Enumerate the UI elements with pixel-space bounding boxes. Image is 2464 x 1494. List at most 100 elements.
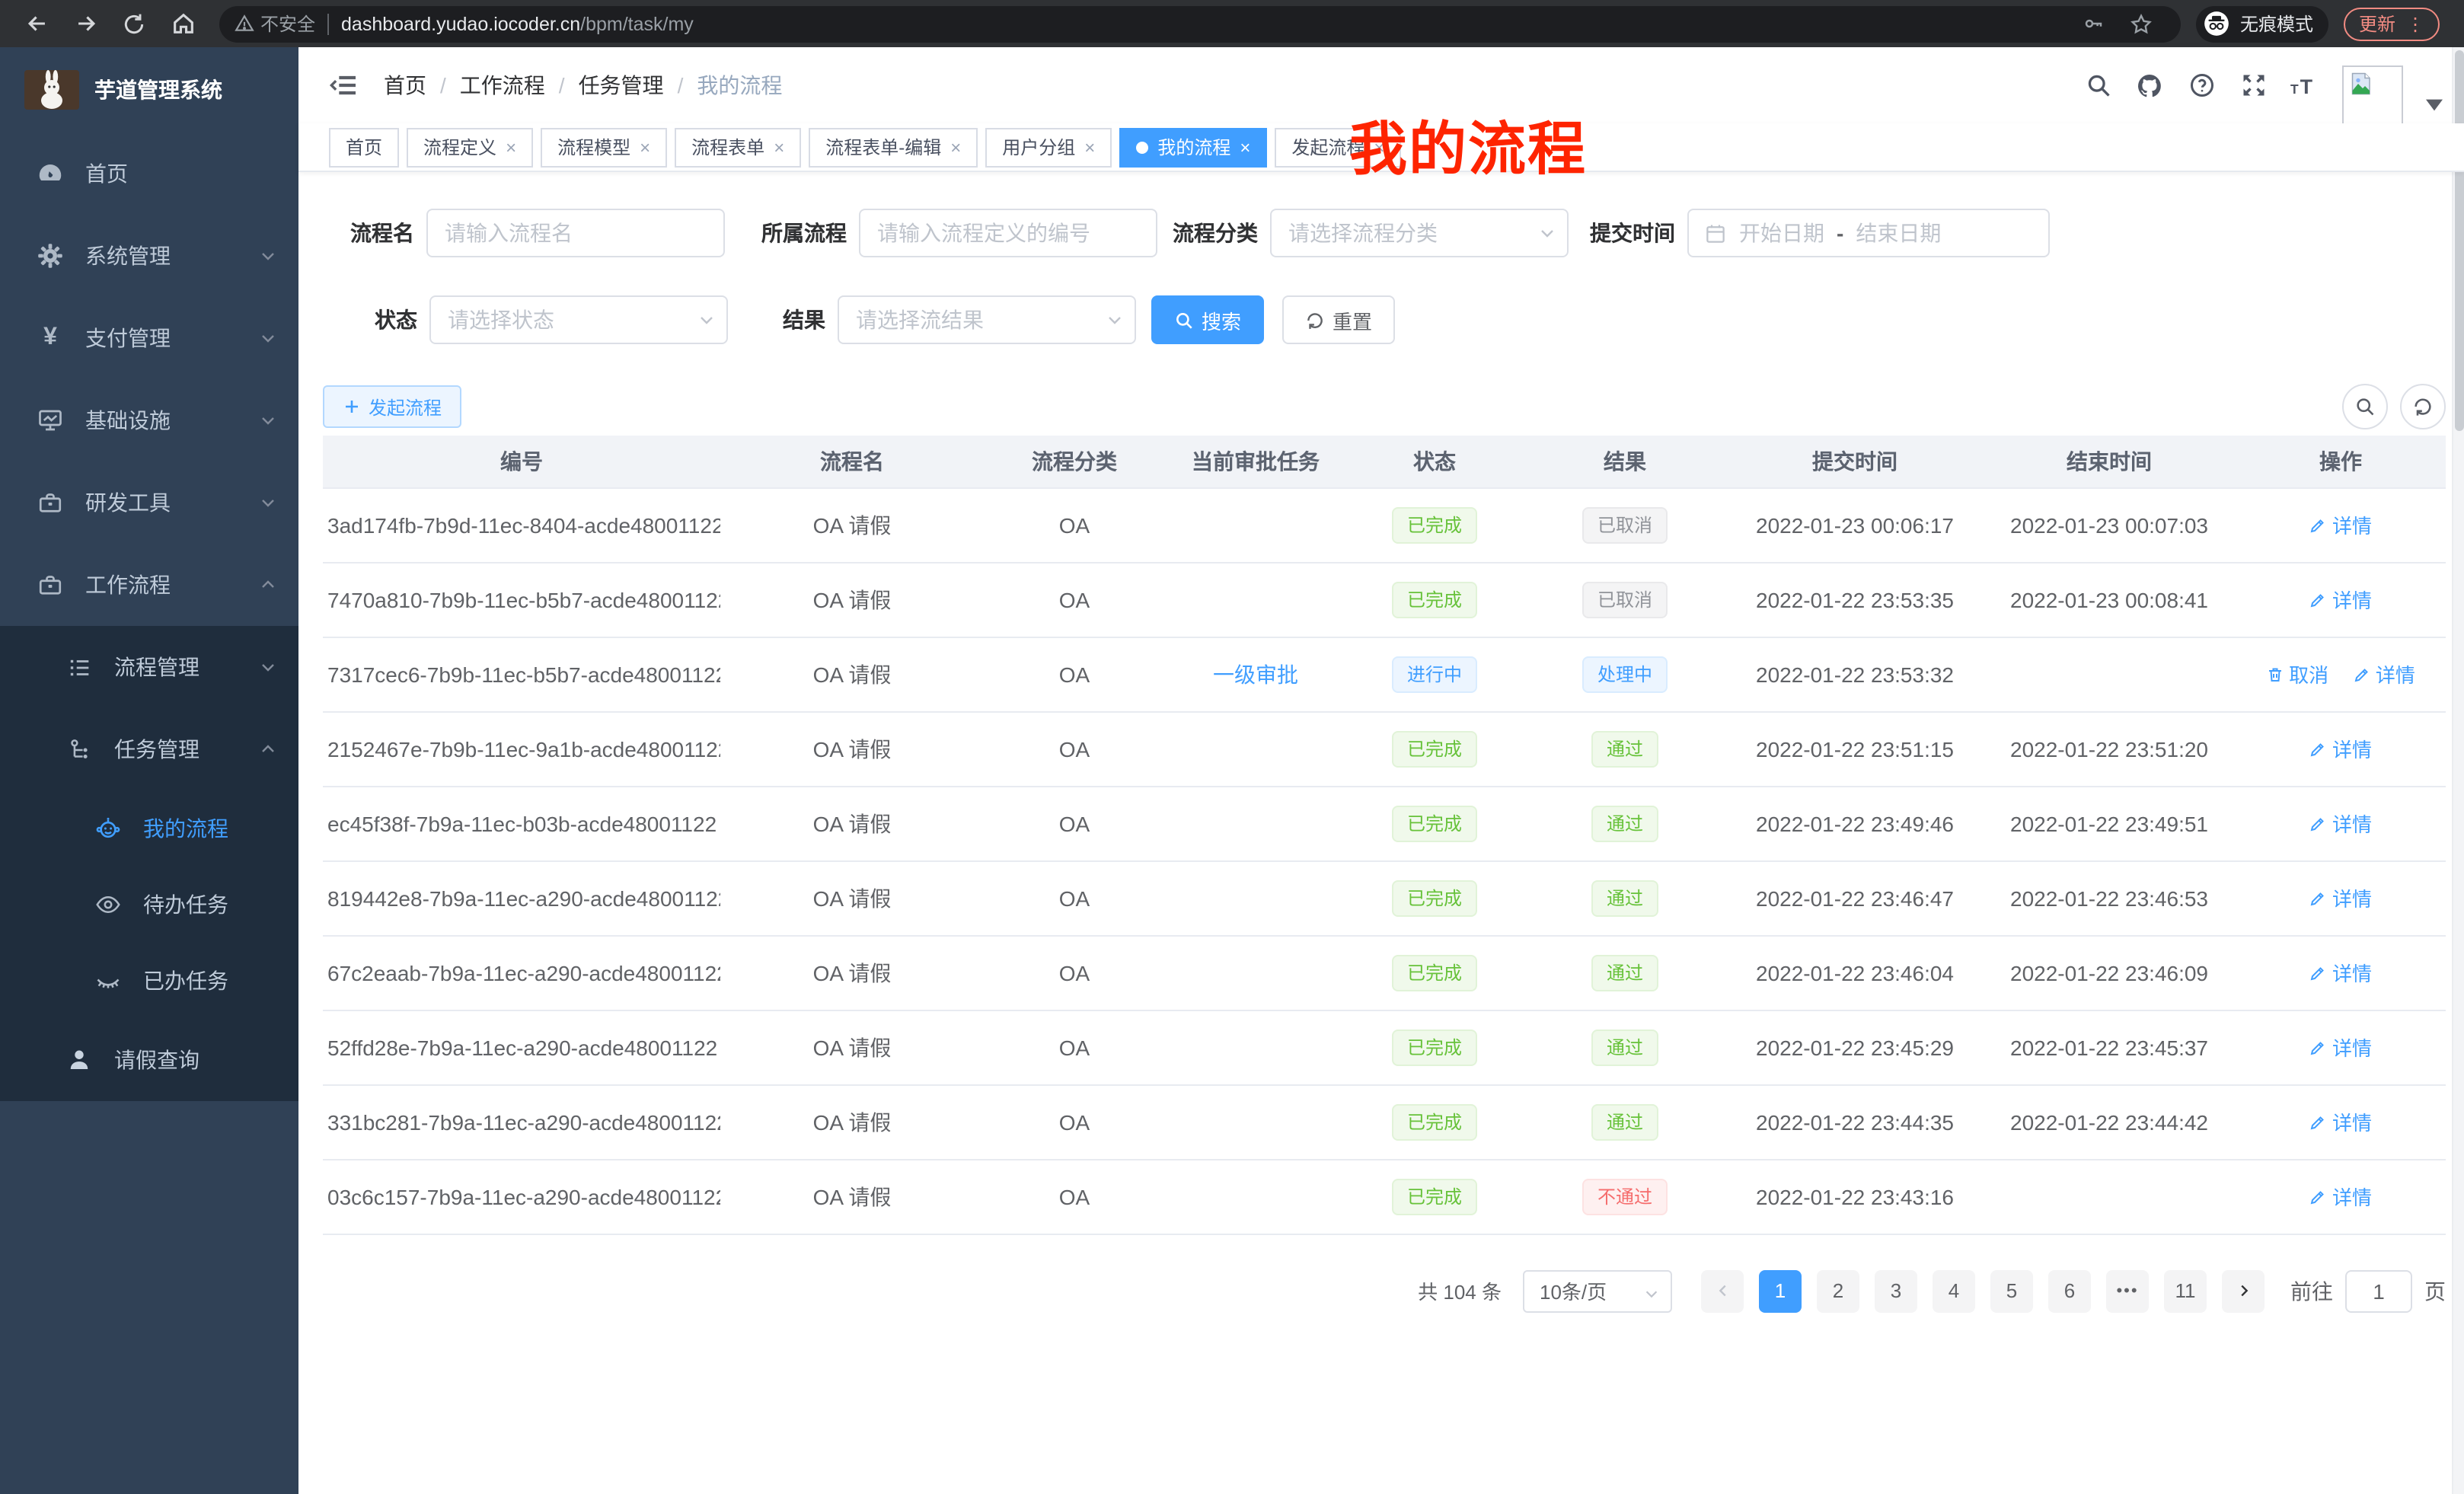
process-name-input[interactable] xyxy=(426,209,725,257)
address-bar[interactable]: 不安全 dashboard.yudao.iocoder.cn/bpm/task/… xyxy=(219,5,2181,42)
search-button[interactable]: 搜索 xyxy=(1151,295,1264,344)
refresh-icon xyxy=(2412,396,2434,417)
tab-process-form-edit[interactable]: 流程表单-编辑× xyxy=(809,127,978,167)
edit-icon xyxy=(2309,1113,2328,1131)
browser-menu-icon[interactable]: ⋮ xyxy=(2406,13,2424,34)
table-row: 819442e8-7b9a-11ec-a290-acde48001122 OA … xyxy=(323,860,2446,935)
breadcrumb-workflow[interactable]: 工作流程 xyxy=(460,70,545,101)
bookmark-star-icon[interactable] xyxy=(2124,7,2158,40)
tab-process-definition[interactable]: 流程定义× xyxy=(407,127,533,167)
page-button-4[interactable]: 4 xyxy=(1933,1269,1975,1312)
chrome-update-button[interactable]: 更新 ⋮ xyxy=(2344,7,2440,40)
date-range-picker[interactable]: 开始日期 - 结束日期 xyxy=(1687,209,2050,257)
detail-link[interactable]: 详情 xyxy=(2309,883,2372,912)
detail-link[interactable]: 详情 xyxy=(2309,1033,2372,1061)
filter-time-label: 提交时间 xyxy=(1590,218,1675,248)
trash-icon xyxy=(2266,665,2284,683)
sidebar-item-leave-query[interactable]: 请假查询 xyxy=(0,1019,298,1101)
page-button-6[interactable]: 6 xyxy=(2048,1269,2091,1312)
status-badge: 已完成 xyxy=(1392,1103,1477,1140)
current-task-link[interactable]: 一级审批 xyxy=(1213,659,1298,689)
window-scrollbar[interactable] xyxy=(2452,47,2464,1494)
avatar[interactable] xyxy=(2342,65,2403,126)
next-page-button[interactable] xyxy=(2222,1269,2265,1312)
page-size-select[interactable]: 10条/页 xyxy=(1523,1269,1672,1312)
tab-my-process[interactable]: 我的流程× xyxy=(1119,127,1267,167)
more-pages-button[interactable]: ••• xyxy=(2106,1269,2149,1312)
sidebar-item-system[interactable]: 系统管理 xyxy=(0,215,298,297)
broken-image-icon xyxy=(2347,70,2374,97)
browser-toolbar: 不安全 dashboard.yudao.iocoder.cn/bpm/task/… xyxy=(0,0,2464,47)
result-badge: 通过 xyxy=(1591,730,1658,767)
close-icon[interactable]: × xyxy=(1240,138,1250,156)
tab-home[interactable]: 首页 xyxy=(329,127,399,167)
detail-link[interactable]: 详情 xyxy=(2309,809,2372,838)
sidebar-item-devtools[interactable]: 研发工具 xyxy=(0,461,298,544)
sidebar-item-home[interactable]: 首页 xyxy=(0,132,298,215)
not-secure-warning[interactable]: 不安全 xyxy=(235,11,315,37)
goto-page-input[interactable] xyxy=(2345,1269,2412,1312)
forward-icon[interactable] xyxy=(69,7,102,40)
sidebar-item-pay[interactable]: ¥ 支付管理 xyxy=(0,297,298,379)
page-button-2[interactable]: 2 xyxy=(1817,1269,1859,1312)
process-definition-input[interactable] xyxy=(859,209,1157,257)
detail-link[interactable]: 详情 xyxy=(2309,734,2372,763)
search-icon[interactable] xyxy=(2083,71,2112,100)
edit-icon xyxy=(2309,963,2328,982)
font-size-icon[interactable]: TT xyxy=(2290,71,2319,100)
tab-process-model[interactable]: 流程模型× xyxy=(541,127,667,167)
page-button-1[interactable]: 1 xyxy=(1759,1269,1802,1312)
tab-user-group[interactable]: 用户分组× xyxy=(985,127,1112,167)
search-icon xyxy=(1174,310,1194,330)
detail-link[interactable]: 详情 xyxy=(2309,510,2372,539)
close-icon[interactable]: × xyxy=(950,138,961,156)
fullscreen-icon[interactable] xyxy=(2239,71,2268,100)
toggle-search-button[interactable] xyxy=(2342,384,2388,429)
sidebar-fold-icon[interactable] xyxy=(329,70,359,101)
page-button-5[interactable]: 5 xyxy=(1990,1269,2033,1312)
back-icon[interactable] xyxy=(20,7,53,40)
sidebar-item-my-process[interactable]: 我的流程 xyxy=(0,790,298,867)
breadcrumb-home[interactable]: 首页 xyxy=(384,70,426,101)
detail-link[interactable]: 详情 xyxy=(2353,659,2415,688)
reload-icon[interactable] xyxy=(117,7,151,40)
detail-link[interactable]: 详情 xyxy=(2309,958,2372,987)
detail-link[interactable]: 详情 xyxy=(2309,1182,2372,1211)
cancel-link[interactable]: 取消 xyxy=(2266,659,2328,688)
help-icon[interactable] xyxy=(2187,71,2216,100)
close-icon[interactable]: × xyxy=(506,138,516,156)
password-key-icon[interactable] xyxy=(2076,7,2109,40)
result-select[interactable] xyxy=(838,295,1136,344)
sidebar-item-todo-tasks[interactable]: 待办任务 xyxy=(0,867,298,943)
status-badge: 进行中 xyxy=(1392,656,1477,692)
edit-icon xyxy=(2309,1187,2328,1205)
caret-down-icon[interactable] xyxy=(2426,99,2443,111)
close-icon[interactable]: × xyxy=(1084,138,1095,156)
page-button-3[interactable]: 3 xyxy=(1875,1269,1917,1312)
home-icon[interactable] xyxy=(166,7,199,40)
breadcrumb-task-mgmt[interactable]: 任务管理 xyxy=(579,70,664,101)
detail-link[interactable]: 详情 xyxy=(2309,1107,2372,1136)
prev-page-button[interactable] xyxy=(1701,1269,1744,1312)
list-tree-icon xyxy=(65,653,93,681)
tab-process-form[interactable]: 流程表单× xyxy=(675,127,801,167)
status-select[interactable] xyxy=(429,295,728,344)
sidebar-item-task-mgmt[interactable]: 任务管理 xyxy=(0,708,298,790)
sidebar-item-infra[interactable]: 基础设施 xyxy=(0,379,298,461)
sidebar-item-workflow[interactable]: 工作流程 xyxy=(0,544,298,626)
reset-button[interactable]: 重置 xyxy=(1282,295,1395,344)
detail-link[interactable]: 详情 xyxy=(2309,585,2372,614)
app-logo[interactable]: 芋道管理系统 xyxy=(0,47,298,132)
refresh-table-button[interactable] xyxy=(2400,384,2446,429)
close-icon[interactable]: × xyxy=(774,138,784,156)
close-icon[interactable]: × xyxy=(640,138,650,156)
refresh-icon xyxy=(1305,310,1325,330)
sidebar-item-process-mgmt[interactable]: 流程管理 xyxy=(0,626,298,708)
scrollbar-thumb[interactable] xyxy=(2455,50,2464,431)
start-process-button[interactable]: 发起流程 xyxy=(323,385,461,428)
github-icon[interactable] xyxy=(2135,71,2164,100)
sidebar-item-done-tasks[interactable]: 已办任务 xyxy=(0,943,298,1019)
category-select[interactable] xyxy=(1270,209,1569,257)
page-button-11[interactable]: 11 xyxy=(2164,1269,2207,1312)
status-badge: 已完成 xyxy=(1392,1178,1477,1215)
